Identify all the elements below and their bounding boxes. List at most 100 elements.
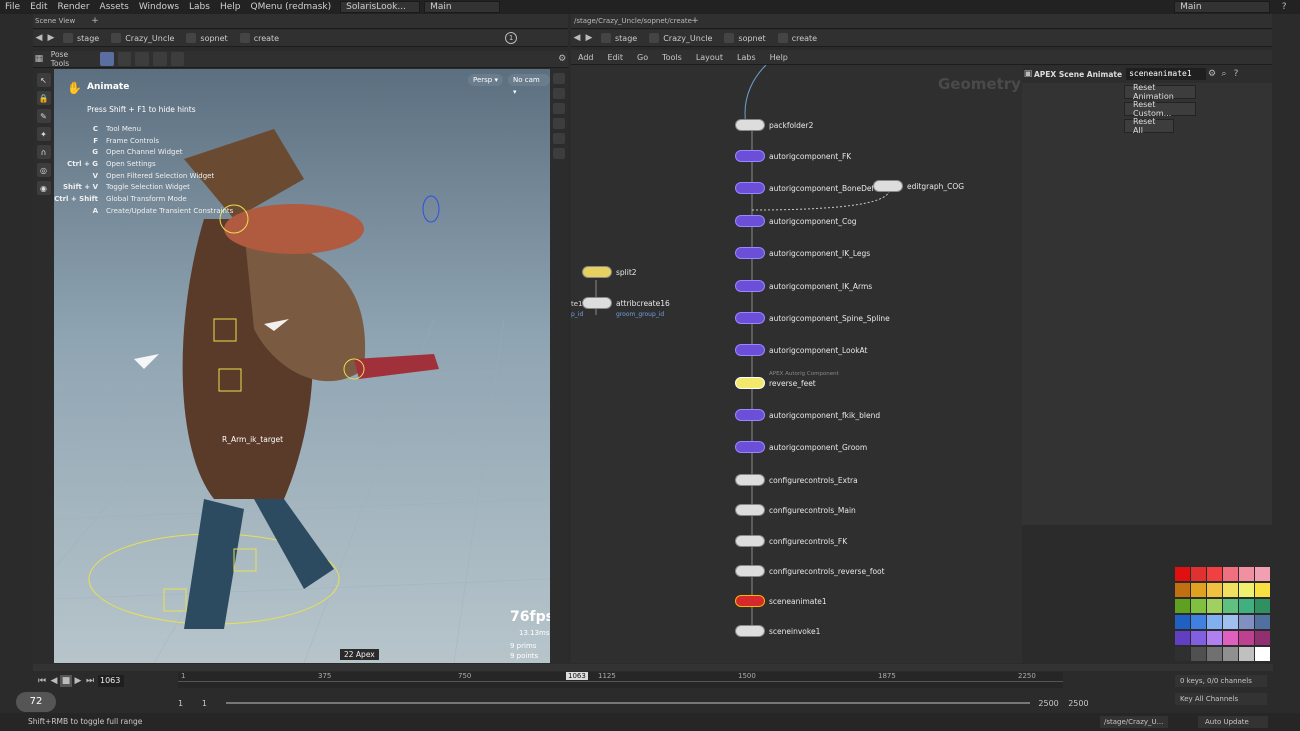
select-tool-icon[interactable]: ↖	[36, 73, 51, 87]
color-swatch[interactable]	[1191, 615, 1206, 629]
playhead-frame[interactable]: 1063	[566, 672, 588, 680]
range-end-2[interactable]: 2500	[1068, 699, 1098, 708]
crumb-stage[interactable]: stage	[57, 31, 105, 45]
node-sceneinvoke1[interactable]: sceneinvoke1	[735, 624, 820, 638]
jump-start-icon[interactable]: ⏮	[36, 675, 48, 687]
range-start-2[interactable]: 1	[202, 699, 226, 708]
handle-tool-icon[interactable]: ◎	[36, 163, 51, 177]
forward-icon[interactable]: ▶	[45, 32, 57, 44]
parm-help-icon[interactable]: ?	[1230, 68, 1242, 80]
menu-render[interactable]: Render	[53, 2, 95, 12]
net-back-icon[interactable]: ◀	[571, 32, 583, 44]
color-swatch[interactable]	[1239, 631, 1254, 645]
color-swatch[interactable]	[1239, 615, 1254, 629]
range-start[interactable]: 1	[178, 699, 202, 708]
net-menu-tools[interactable]: Tools	[655, 53, 689, 62]
color-swatch[interactable]	[1175, 567, 1190, 581]
color-swatch[interactable]	[1255, 647, 1270, 661]
add-network-tab-icon[interactable]: +	[689, 15, 701, 27]
paint-tool-icon[interactable]: ✎	[36, 109, 51, 123]
play-icon[interactable]: ▶	[72, 675, 84, 687]
color-swatch[interactable]	[1207, 615, 1222, 629]
net-crumb-sopnet[interactable]: sopnet	[718, 31, 771, 45]
color-swatch[interactable]	[1223, 615, 1238, 629]
grid-icon[interactable]: ▦	[33, 53, 45, 65]
menu-help[interactable]: Help	[215, 2, 246, 12]
node-autorig-bonedeform[interactable]: autorigcomponent_BoneDeform	[735, 181, 889, 195]
view-tool-4-icon[interactable]	[553, 118, 565, 129]
menu-assets[interactable]: Assets	[95, 2, 134, 12]
pose-tool-4-icon[interactable]	[152, 52, 167, 66]
crumb-create[interactable]: create	[234, 31, 285, 45]
node-sceneanimate1[interactable]: sceneanimate1	[735, 594, 827, 608]
color-swatch[interactable]	[1175, 583, 1190, 597]
camera-menu[interactable]: No cam ▾	[508, 74, 550, 96]
settings-icon[interactable]: ⚙	[556, 53, 568, 65]
node-autorig-lookat[interactable]: autorigcomponent_LookAt	[735, 343, 868, 357]
help-icon[interactable]: ?	[1278, 1, 1290, 13]
reset-all-button[interactable]: Reset All	[1124, 117, 1174, 135]
view-tool-5-icon[interactable]	[553, 133, 565, 144]
add-tab-icon[interactable]: +	[89, 15, 101, 27]
color-swatch[interactable]	[1255, 599, 1270, 613]
node-autorig-groom[interactable]: autorigcomponent_Groom	[735, 440, 867, 454]
node-configure-fk[interactable]: configurecontrols_FK	[735, 534, 847, 548]
color-swatch[interactable]	[1207, 599, 1222, 613]
pose-tool-1-icon[interactable]	[100, 52, 114, 66]
crumb-sopnet[interactable]: sopnet	[180, 31, 233, 45]
color-swatch[interactable]	[1207, 647, 1222, 661]
node-autorig-ik-legs[interactable]: autorigcomponent_IK_Legs	[735, 246, 870, 260]
menu-edit[interactable]: Edit	[25, 2, 52, 12]
color-swatch[interactable]	[1207, 583, 1222, 597]
view-tool-6-icon[interactable]	[553, 148, 565, 159]
color-swatch[interactable]	[1239, 647, 1254, 661]
color-swatch[interactable]	[1223, 599, 1238, 613]
step-back-icon[interactable]: ◀	[48, 675, 60, 687]
context-select[interactable]: Main	[424, 1, 501, 13]
parm-search-icon[interactable]: ⌕	[1218, 68, 1230, 80]
parm-gear-icon[interactable]: ⚙	[1206, 68, 1218, 80]
color-swatch[interactable]	[1255, 567, 1270, 581]
menu-labs[interactable]: Labs	[184, 2, 215, 12]
view-tool-3-icon[interactable]	[553, 103, 565, 114]
net-menu-edit[interactable]: Edit	[601, 53, 631, 62]
jump-end-icon[interactable]: ⏭	[84, 675, 96, 687]
menu-qmenu[interactable]: QMenu (redmask)	[246, 2, 337, 12]
color-swatch[interactable]	[1207, 631, 1222, 645]
color-swatch[interactable]	[1175, 599, 1190, 613]
net-menu-help[interactable]: Help	[763, 53, 795, 62]
scene-viewport[interactable]: ✋ Animate Press Shift + F1 to hide hints…	[54, 69, 550, 663]
node-autorig-ik-arms[interactable]: autorigcomponent_IK_Arms	[735, 279, 872, 293]
stop-icon[interactable]: ■	[60, 675, 72, 687]
frame-badge[interactable]: 1	[505, 32, 518, 44]
color-swatch[interactable]	[1239, 583, 1254, 597]
net-crumb-create[interactable]: create	[772, 31, 823, 45]
color-swatch[interactable]	[1255, 631, 1270, 645]
color-swatch[interactable]	[1175, 631, 1190, 645]
node-autorig-cog[interactable]: autorigcomponent_Cog	[735, 214, 857, 228]
node-split2[interactable]: split2	[582, 265, 637, 279]
view-tool-2-icon[interactable]	[553, 88, 565, 99]
net-menu-add[interactable]: Add	[571, 53, 601, 62]
reset-animation-button[interactable]: Reset Animation	[1124, 83, 1196, 101]
color-swatch[interactable]	[1239, 599, 1254, 613]
status-path[interactable]: /stage/Crazy_U...	[1100, 716, 1168, 728]
node-autorig-fk[interactable]: autorigcomponent_FK	[735, 149, 851, 163]
node-packfolder2[interactable]: packfolder2	[735, 118, 813, 132]
net-crumb-stage[interactable]: stage	[595, 31, 643, 45]
node-autorig-spine-spline[interactable]: autorigcomponent_Spine_Spline	[735, 311, 890, 325]
reset-custom-button[interactable]: Reset Custom...	[1124, 100, 1196, 118]
magnet-tool-icon[interactable]: ∩	[36, 145, 51, 159]
net-menu-labs[interactable]: Labs	[730, 53, 763, 62]
color-swatch[interactable]	[1191, 599, 1206, 613]
camera-tool-icon[interactable]: ◉	[36, 181, 51, 195]
color-swatch[interactable]	[1223, 567, 1238, 581]
key-all-channels-select[interactable]: Key All Channels	[1175, 693, 1267, 705]
node-configure-main[interactable]: configurecontrols_Main	[735, 503, 856, 517]
timeline-bar[interactable]: 1 375 750 1063 1125 1500 1875 2250	[178, 672, 1063, 688]
net-forward-icon[interactable]: ▶	[583, 32, 595, 44]
color-swatch[interactable]	[1191, 647, 1206, 661]
color-swatch[interactable]	[1223, 647, 1238, 661]
color-swatch[interactable]	[1223, 583, 1238, 597]
pose-tool-3-icon[interactable]	[135, 52, 149, 66]
